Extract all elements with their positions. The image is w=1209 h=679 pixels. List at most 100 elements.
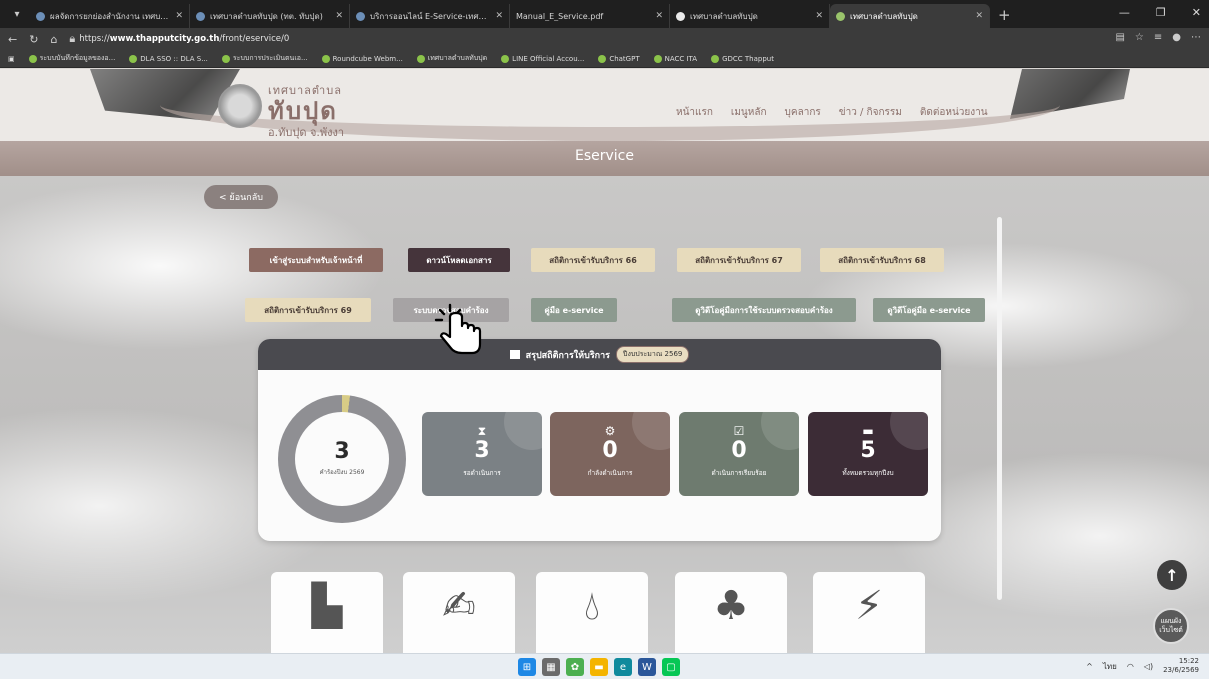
back-arrow-icon[interactable]: ←: [8, 33, 17, 46]
bookmark-item[interactable]: เทศบาลตำบลทับปุด: [416, 53, 487, 64]
favorite-star-icon[interactable]: ☆: [1135, 32, 1144, 43]
nav-news[interactable]: ข่าว / กิจกรรม: [839, 105, 902, 120]
municipality-seal-icon[interactable]: [218, 84, 262, 128]
refresh-icon[interactable]: ↻: [29, 33, 38, 46]
bookmark-item[interactable]: GDCC Thapput: [711, 54, 774, 63]
windows-start-icon[interactable]: ⊞: [518, 658, 536, 676]
stat-value: 5: [860, 438, 876, 463]
chart-icon: [509, 350, 520, 359]
bookmark-item[interactable]: DLA SSO :: DLA S...: [129, 54, 208, 63]
bookmark-favicon-icon: [129, 54, 138, 63]
collections-icon[interactable]: ≡: [1154, 32, 1162, 43]
bookmark-item[interactable]: Roundcube Webm...: [321, 54, 403, 63]
tab-actions-icon[interactable]: ▾: [6, 3, 28, 25]
service-tile-electric[interactable]: ⚡︎: [813, 572, 925, 653]
close-tab-icon[interactable]: ✕: [815, 11, 823, 21]
bookmark-item[interactable]: NACC ITA: [653, 54, 698, 63]
service-tile-water[interactable]: 💧︎: [536, 572, 648, 653]
close-tab-icon[interactable]: ✕: [335, 11, 343, 21]
close-tab-icon[interactable]: ✕: [175, 11, 183, 21]
close-window-icon[interactable]: ✕: [1192, 6, 1201, 19]
bookmark-item[interactable]: ระบบบันทึกข้อมูลของอ...: [28, 53, 115, 64]
nav-contact[interactable]: ติดต่อหน่วยงาน: [920, 105, 988, 120]
nav-home[interactable]: หน้าแรก: [676, 105, 713, 120]
stat-card-in-progress: ⚙ 0 กำลังดำเนินการ: [550, 412, 670, 496]
browser-tab[interactable]: เทศบาลตำบลทับปุด (ทต. ทับปุด) ✕: [190, 4, 350, 28]
widgets-icon[interactable]: ▦: [542, 658, 560, 676]
file-explorer-icon[interactable]: ▬: [590, 658, 608, 676]
bookmark-favicon-icon: [501, 54, 510, 63]
tab-title: ผลจัดการยกย่องสำนักงาน เทศบาล ตำบล: [50, 11, 171, 21]
scroll-to-top-button[interactable]: ↑: [1157, 560, 1187, 590]
minimize-icon[interactable]: —: [1119, 6, 1130, 19]
bookmark-favicon-icon: [221, 54, 230, 63]
clock[interactable]: 15:22 23/6/2569: [1163, 657, 1199, 675]
tab-favicon-icon: [196, 11, 205, 21]
download-documents-button[interactable]: ดาวน์โหลดเอกสาร: [408, 248, 510, 272]
staff-login-button[interactable]: เข้าสู่ระบบสำหรับเจ้าหน้าที่: [249, 248, 383, 272]
new-tab-icon[interactable]: +: [998, 6, 1011, 24]
tab-favicon-icon: [356, 11, 365, 21]
browser-tab[interactable]: Manual_E_Service.pdf ✕: [510, 4, 670, 28]
volume-icon[interactable]: ◁): [1144, 662, 1153, 671]
bookmark-label: DLA SSO :: DLA S...: [140, 54, 208, 63]
back-button[interactable]: < ย้อนกลับ: [204, 185, 278, 209]
line-app-icon[interactable]: ▢: [662, 658, 680, 676]
browser-tab[interactable]: เทศบาลตำบลทับปุด ✕: [670, 4, 830, 28]
home-icon[interactable]: ⌂: [50, 33, 57, 46]
service-tile-announcement[interactable]: ▙: [271, 572, 383, 653]
edge-browser-icon[interactable]: e: [614, 658, 632, 676]
taskbar-apps: ⊞ ▦ ✿ ▬ e W ▢: [518, 658, 680, 676]
nav-main-menu[interactable]: เมนูหลัก: [731, 105, 767, 120]
stats-66-button[interactable]: สถิติการเข้ารับบริการ 66: [531, 248, 655, 272]
bookmark-item[interactable]: ChatGPT: [598, 54, 640, 63]
video-check-manual-button[interactable]: ดูวิดีโอคู่มือการใช้ระบบตรวจสอบคำร้อง: [672, 298, 856, 322]
page-viewport: เทศบาลตำบล ทับปุด อ.ทับปุด จ.พังงา หน้าแ…: [0, 69, 1209, 653]
tab-title: บริการออนไลน์ E-Service-เทศบาลตำบล: [370, 11, 491, 21]
video-eservice-manual-button[interactable]: ดูวิดีโอคู่มือ e-service: [873, 298, 985, 322]
total-requests-value: 3: [334, 439, 350, 464]
maximize-icon[interactable]: ❐: [1156, 6, 1166, 19]
service-tile-form[interactable]: ✍: [403, 572, 515, 653]
bookmark-item[interactable]: LINE Official Accou...: [501, 54, 584, 63]
sitemap-button[interactable]: แผนผัง เว็บไซต์: [1153, 608, 1189, 644]
eservice-manual-button[interactable]: คู่มือ e-service: [531, 298, 617, 322]
browser-toolbar: ▤ ☆ ≡ ● ⋯: [1115, 32, 1201, 43]
stats-68-button[interactable]: สถิติการเข้ารับบริการ 68: [820, 248, 944, 272]
close-tab-icon[interactable]: ✕: [495, 11, 503, 21]
profile-icon[interactable]: ●: [1172, 32, 1181, 43]
browser-tab[interactable]: บริการออนไลน์ E-Service-เทศบาลตำบล ✕: [350, 4, 510, 28]
browser-tab[interactable]: ผลจัดการยกย่องสำนักงาน เทศบาล ตำบล ✕: [30, 4, 190, 28]
window-controls: — ❐ ✕: [1119, 6, 1201, 19]
more-menu-icon[interactable]: ⋯: [1191, 32, 1201, 43]
power-tower-icon: ⚡︎: [854, 583, 884, 629]
close-tab-icon[interactable]: ✕: [975, 11, 983, 21]
app-icon[interactable]: ✿: [566, 658, 584, 676]
service-tile-tree[interactable]: ♣: [675, 572, 787, 653]
stats-69-button[interactable]: สถิติการเข้ารับบริการ 69: [245, 298, 371, 322]
chevron-up-icon[interactable]: ^: [1086, 662, 1093, 671]
bookmark-item[interactable]: ระบบการประเมินตนเอ...: [221, 53, 308, 64]
fiscal-year-badge: ปีงบประมาณ 2569: [616, 346, 690, 363]
wifi-icon[interactable]: ◠: [1127, 662, 1134, 671]
lock-icon[interactable]: 🔒︎: [69, 32, 75, 46]
bookmark-favicon-icon: [416, 54, 425, 63]
close-tab-icon[interactable]: ✕: [655, 11, 663, 21]
stats-67-button[interactable]: สถิติการเข้ารับบริการ 67: [677, 248, 801, 272]
url-field[interactable]: https://www.thapputcity.go.th/front/eser…: [79, 34, 289, 44]
browser-tab-active[interactable]: เทศบาลตำบลทับปุด ✕: [830, 4, 990, 28]
nav-personnel[interactable]: บุคลากร: [785, 105, 821, 120]
sidebar-toggle-icon[interactable]: ▣: [8, 55, 15, 63]
reader-view-icon[interactable]: ▤: [1115, 32, 1124, 43]
tab-favicon-icon: [36, 11, 45, 21]
sitemap-label-1: แผนผัง: [1160, 617, 1182, 625]
signing-form-icon: ✍: [442, 583, 476, 629]
stat-label: รอดำเนินการ: [463, 469, 501, 477]
content-scrollbar[interactable]: [997, 217, 1002, 600]
site-brand[interactable]: เทศบาลตำบล ทับปุด อ.ทับปุด จ.พังงา: [268, 81, 344, 141]
word-icon[interactable]: W: [638, 658, 656, 676]
page-title: Eservice: [575, 148, 634, 164]
input-language[interactable]: ไทย: [1103, 660, 1117, 673]
tab-title: Manual_E_Service.pdf: [516, 11, 604, 21]
bookmark-label: NACC ITA: [664, 54, 698, 63]
